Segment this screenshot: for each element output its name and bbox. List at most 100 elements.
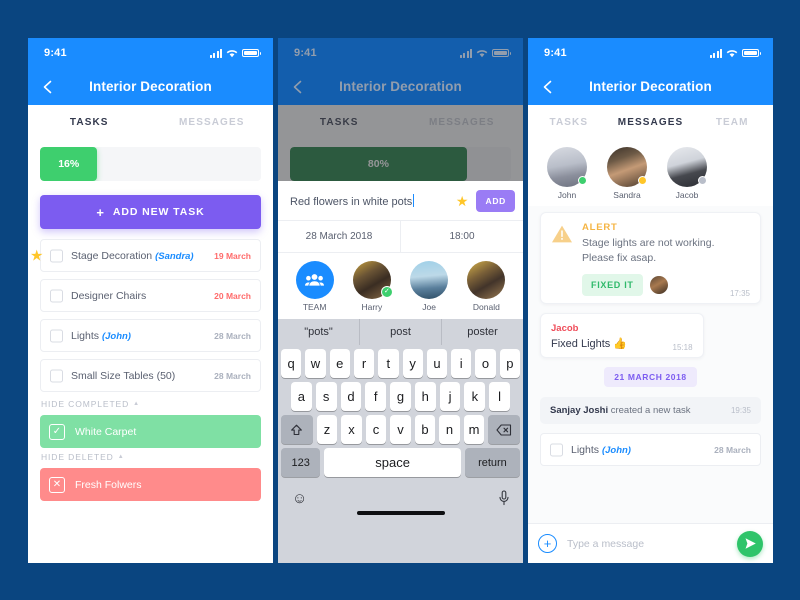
task-checkbox[interactable] (50, 329, 63, 342)
due-date-field[interactable]: 28 March 2018 (278, 221, 400, 252)
completed-task-row[interactable]: ✓ White Carpet (40, 415, 261, 448)
assignee-picker: TEAM ✓ Harry Joe Donald (278, 253, 523, 319)
keyboard-bottom-row: ☺ (278, 477, 523, 511)
assignee-team[interactable]: TEAM (292, 260, 338, 312)
table-row[interactable]: Lights (John) 28 March (540, 433, 761, 467)
avatar (410, 260, 449, 299)
back-button[interactable] (540, 79, 556, 95)
prediction-2[interactable]: poster (441, 319, 523, 345)
tab-messages[interactable]: MESSAGES (151, 117, 274, 128)
tab-bar: TASKS MESSAGES (28, 105, 273, 139)
message-input[interactable]: Type a message (567, 538, 727, 550)
key-m[interactable]: m (463, 415, 485, 444)
task-checkbox[interactable] (50, 289, 63, 302)
tab-messages[interactable]: MESSAGES (610, 117, 692, 128)
nav-bar: Interior Decoration (528, 68, 773, 105)
key-k[interactable]: k (464, 382, 486, 411)
key-x[interactable]: x (341, 415, 362, 444)
key-j[interactable]: j (439, 382, 461, 411)
hide-deleted-toggle[interactable]: HIDE DELETED ▲ (41, 452, 261, 462)
tab-tasks[interactable]: TASKS (278, 117, 401, 128)
key-r[interactable]: r (353, 349, 375, 378)
back-button[interactable] (40, 79, 56, 95)
emoji-icon[interactable]: ☺ (292, 490, 307, 507)
new-task-input[interactable]: Red flowers in white pots (290, 193, 448, 208)
table-row[interactable]: Designer Chairs 20 March (40, 279, 261, 312)
shift-icon[interactable] (280, 415, 313, 444)
key-l[interactable]: l (489, 382, 511, 411)
key-s[interactable]: s (315, 382, 337, 411)
key-a[interactable]: a (290, 382, 312, 411)
task-date: 20 March (214, 290, 251, 301)
key-v[interactable]: v (390, 415, 411, 444)
task-checkbox[interactable] (50, 249, 63, 262)
due-time-field[interactable]: 18:00 (400, 221, 523, 252)
assignee-donald[interactable]: Donald (463, 260, 509, 312)
task-date: 28 March (214, 370, 251, 381)
add-new-task-label: ADD NEW TASK (112, 206, 205, 218)
key-t[interactable]: t (378, 349, 399, 378)
key-e[interactable]: e (329, 349, 350, 378)
member-sandra[interactable]: Sandra (604, 147, 650, 200)
tab-messages[interactable]: MESSAGES (401, 117, 524, 128)
deleted-task-row[interactable]: ✕ Fresh Folwers (40, 468, 261, 501)
return-key[interactable]: return (464, 448, 520, 477)
send-button[interactable] (737, 530, 763, 557)
fixed-it-button[interactable]: FIXED IT (582, 274, 643, 297)
star-icon[interactable]: ★ (30, 248, 43, 263)
key-i[interactable]: i (451, 349, 472, 378)
status-bar: 9:41 (28, 38, 273, 68)
add-new-task-button[interactable]: + ADD NEW TASK (40, 195, 261, 229)
status-bar: 9:41 (528, 38, 773, 68)
key-u[interactable]: u (426, 349, 448, 378)
prediction-bar: "pots" post poster (278, 319, 523, 345)
assignee-harry[interactable]: ✓ Harry (349, 260, 395, 312)
task-checkbox[interactable] (50, 369, 63, 382)
hide-completed-label: HIDE COMPLETED (41, 399, 130, 409)
avatar (467, 260, 506, 299)
key-n[interactable]: n (439, 415, 460, 444)
backspace-icon[interactable] (488, 415, 521, 444)
check-icon: ✓ (49, 423, 65, 440)
key-d[interactable]: d (340, 382, 362, 411)
key-y[interactable]: y (402, 349, 423, 378)
assignee-joe[interactable]: Joe (406, 260, 452, 312)
task-date: 28 March (214, 330, 251, 341)
prediction-0[interactable]: "pots" (278, 319, 359, 345)
back-button[interactable] (290, 79, 306, 95)
table-row[interactable]: Lights (John) 28 March (40, 319, 261, 352)
plus-circle-icon[interactable]: + (538, 534, 557, 553)
key-p[interactable]: p (499, 349, 520, 378)
message-list[interactable]: ALERT Stage lights are not working. Plea… (528, 206, 773, 523)
tab-tasks[interactable]: TASKS (28, 117, 151, 128)
key-g[interactable]: g (390, 382, 411, 411)
space-key[interactable]: space (324, 448, 461, 477)
key-q[interactable]: q (281, 349, 302, 378)
prediction-1[interactable]: post (359, 319, 441, 345)
nav-bar: Interior Decoration (28, 68, 273, 105)
key-b[interactable]: b (414, 415, 436, 444)
star-icon[interactable]: ★ (456, 194, 469, 208)
tab-tasks[interactable]: TASKS (528, 117, 610, 128)
key-f[interactable]: f (365, 382, 387, 411)
plus-icon: + (96, 204, 105, 220)
key-o[interactable]: o (475, 349, 496, 378)
table-row[interactable]: ★ Stage Decoration (Sandra) 19 March (30, 239, 261, 272)
table-row[interactable]: Small Size Tables (50) 28 March (40, 359, 261, 392)
key-c[interactable]: c (365, 415, 387, 444)
member-jacob[interactable]: Jacob (664, 147, 710, 200)
hide-completed-toggle[interactable]: HIDE COMPLETED ▲ (41, 399, 261, 409)
numbers-key[interactable]: 123 (281, 448, 321, 477)
tab-team[interactable]: TEAM (691, 117, 773, 128)
add-button[interactable]: ADD (476, 189, 515, 212)
member-john[interactable]: John (544, 147, 590, 200)
key-w[interactable]: w (305, 349, 326, 378)
task-checkbox[interactable] (550, 443, 563, 457)
keyboard-row-4: 123 space return (278, 444, 523, 477)
phone-screen-new-task: 9:41 Interior Decoration TASKS MESSAGES … (278, 38, 523, 563)
tab-bar: TASKS MESSAGES (278, 105, 523, 139)
key-h[interactable]: h (414, 382, 436, 411)
key-z[interactable]: z (316, 415, 338, 444)
status-dot-offline (698, 176, 707, 185)
microphone-icon[interactable] (499, 490, 509, 506)
